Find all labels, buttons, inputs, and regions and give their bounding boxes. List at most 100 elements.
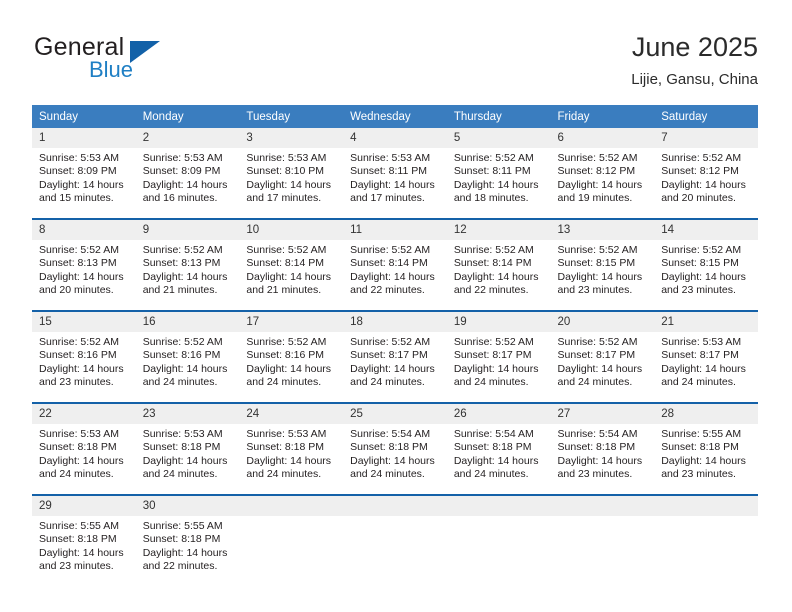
day-number: 27 xyxy=(550,404,655,424)
day-number: 4 xyxy=(343,128,447,148)
day-cell[interactable]: 22 Sunrise: 5:53 AM Sunset: 8:18 PM Dayl… xyxy=(32,404,136,494)
sunset-text: Sunset: 8:15 PM xyxy=(557,257,636,270)
day-cell[interactable]: 20 Sunrise: 5:52 AM Sunset: 8:17 PM Dayl… xyxy=(550,312,655,402)
daylight-text-line2: and 24 minutes. xyxy=(661,375,736,388)
daylight-text-line2: and 23 minutes. xyxy=(557,283,633,296)
daylight-text-line1: Daylight: 14 hours xyxy=(557,270,643,283)
daylight-text-line1: Daylight: 14 hours xyxy=(142,362,228,375)
sunset-text: Sunset: 8:18 PM xyxy=(246,441,325,454)
day-cell[interactable]: 24 Sunrise: 5:53 AM Sunset: 8:18 PM Dayl… xyxy=(239,404,344,494)
calendar-grid: Sunday Monday Tuesday Wednesday Thursday… xyxy=(32,105,758,586)
day-cell[interactable]: 10 Sunrise: 5:52 AM Sunset: 8:14 PM Dayl… xyxy=(239,220,344,310)
daylight-text-line2: and 23 minutes. xyxy=(661,467,736,480)
day-details: Sunrise: 5:53 AM Sunset: 8:18 PM Dayligh… xyxy=(136,424,240,481)
sunset-text: Sunset: 8:16 PM xyxy=(39,349,117,362)
day-cell[interactable]: 2 Sunrise: 5:53 AM Sunset: 8:09 PM Dayli… xyxy=(135,128,240,218)
day-cell[interactable]: 13 Sunrise: 5:52 AM Sunset: 8:15 PM Dayl… xyxy=(550,220,655,310)
day-cell[interactable]: 7 Sunrise: 5:52 AM Sunset: 8:12 PM Dayli… xyxy=(654,128,758,218)
daylight-text-line1: Daylight: 14 hours xyxy=(453,270,539,283)
daylight-text-line2: and 24 minutes. xyxy=(557,375,633,388)
day-details: Sunrise: 5:52 AM Sunset: 8:11 PM Dayligh… xyxy=(447,148,551,205)
day-cell[interactable]: 26 Sunrise: 5:54 AM Sunset: 8:18 PM Dayl… xyxy=(446,404,551,494)
day-details: Sunrise: 5:52 AM Sunset: 8:17 PM Dayligh… xyxy=(447,332,551,389)
day-cell[interactable]: 8 Sunrise: 5:52 AM Sunset: 8:13 PM Dayli… xyxy=(32,220,136,310)
sunset-text: Sunset: 8:09 PM xyxy=(142,165,221,178)
daylight-text-line1: Daylight: 14 hours xyxy=(142,546,228,559)
daylight-text-line1: Daylight: 14 hours xyxy=(246,178,332,191)
day-cell[interactable]: 12 Sunrise: 5:52 AM Sunset: 8:14 PM Dayl… xyxy=(446,220,551,310)
sunset-text: Sunset: 8:17 PM xyxy=(453,349,532,362)
sunset-text: Sunset: 8:18 PM xyxy=(39,533,117,546)
daylight-text-line2: and 24 minutes. xyxy=(142,375,218,388)
day-number: 5 xyxy=(446,128,551,148)
sunset-text: Sunset: 8:15 PM xyxy=(661,257,739,270)
day-details: Sunrise: 5:54 AM Sunset: 8:18 PM Dayligh… xyxy=(551,424,655,481)
day-cell[interactable]: 23 Sunrise: 5:53 AM Sunset: 8:18 PM Dayl… xyxy=(135,404,240,494)
day-cell[interactable]: 28 Sunrise: 5:55 AM Sunset: 8:18 PM Dayl… xyxy=(654,404,758,494)
day-cell[interactable]: 27 Sunrise: 5:54 AM Sunset: 8:18 PM Dayl… xyxy=(550,404,655,494)
sunset-text: Sunset: 8:14 PM xyxy=(453,257,532,270)
sunrise-text: Sunrise: 5:52 AM xyxy=(453,244,534,256)
daylight-text-line2: and 19 minutes. xyxy=(557,191,633,204)
day-cell[interactable]: 29 Sunrise: 5:55 AM Sunset: 8:18 PM Dayl… xyxy=(32,496,136,586)
daylight-text-line1: Daylight: 14 hours xyxy=(142,454,228,467)
sunrise-text: Sunrise: 5:52 AM xyxy=(350,336,431,348)
daylight-text-line2: and 24 minutes. xyxy=(350,467,425,480)
sunrise-text: Sunrise: 5:55 AM xyxy=(142,520,223,532)
day-details: Sunrise: 5:53 AM Sunset: 8:10 PM Dayligh… xyxy=(239,148,343,205)
day-details: Sunrise: 5:53 AM Sunset: 8:17 PM Dayligh… xyxy=(654,332,758,389)
brand-name-blue: Blue xyxy=(89,57,134,82)
day-number: 20 xyxy=(550,312,655,332)
day-cell[interactable]: 14 Sunrise: 5:52 AM Sunset: 8:15 PM Dayl… xyxy=(654,220,758,310)
day-cell[interactable]: 16 Sunrise: 5:52 AM Sunset: 8:16 PM Dayl… xyxy=(135,312,240,402)
brand-logo[interactable]: General Blue xyxy=(34,33,234,93)
day-number: 6 xyxy=(550,128,655,148)
day-number xyxy=(446,496,551,516)
daylight-text-line1: Daylight: 14 hours xyxy=(39,178,124,191)
day-cell[interactable]: 5 Sunrise: 5:52 AM Sunset: 8:11 PM Dayli… xyxy=(446,128,551,218)
day-cell[interactable]: 25 Sunrise: 5:54 AM Sunset: 8:18 PM Dayl… xyxy=(343,404,447,494)
daylight-text-line2: and 17 minutes. xyxy=(350,191,425,204)
day-details: Sunrise: 5:54 AM Sunset: 8:18 PM Dayligh… xyxy=(447,424,551,481)
day-cell-empty xyxy=(239,496,344,586)
daylight-text-line1: Daylight: 14 hours xyxy=(350,362,435,375)
day-cell[interactable]: 21 Sunrise: 5:53 AM Sunset: 8:17 PM Dayl… xyxy=(654,312,758,402)
daylight-text-line2: and 24 minutes. xyxy=(453,467,529,480)
sunset-text: Sunset: 8:14 PM xyxy=(246,257,325,270)
calendar-header-row: Sunday Monday Tuesday Wednesday Thursday… xyxy=(32,105,758,128)
day-cell[interactable]: 19 Sunrise: 5:52 AM Sunset: 8:17 PM Dayl… xyxy=(446,312,551,402)
day-number: 22 xyxy=(32,404,136,424)
page-header: General Blue June 2025 Lijie, Gansu, Chi… xyxy=(0,0,792,100)
sunrise-text: Sunrise: 5:52 AM xyxy=(557,244,638,256)
day-cell[interactable]: 1 Sunrise: 5:53 AM Sunset: 8:09 PM Dayli… xyxy=(32,128,136,218)
daylight-text-line1: Daylight: 14 hours xyxy=(453,362,539,375)
sunset-text: Sunset: 8:18 PM xyxy=(557,441,636,454)
day-cell[interactable]: 3 Sunrise: 5:53 AM Sunset: 8:10 PM Dayli… xyxy=(239,128,344,218)
day-number: 15 xyxy=(32,312,136,332)
day-number: 25 xyxy=(343,404,447,424)
daylight-text-line2: and 16 minutes. xyxy=(142,191,218,204)
day-cell[interactable]: 18 Sunrise: 5:52 AM Sunset: 8:17 PM Dayl… xyxy=(343,312,447,402)
day-cell[interactable]: 15 Sunrise: 5:52 AM Sunset: 8:16 PM Dayl… xyxy=(32,312,136,402)
day-cell[interactable]: 4 Sunrise: 5:53 AM Sunset: 8:11 PM Dayli… xyxy=(343,128,447,218)
daylight-text-line2: and 20 minutes. xyxy=(39,283,114,296)
weekday-header-row: Sunday Monday Tuesday Wednesday Thursday… xyxy=(32,105,758,128)
day-cell[interactable]: 6 Sunrise: 5:52 AM Sunset: 8:12 PM Dayli… xyxy=(550,128,655,218)
day-cell-empty xyxy=(654,496,758,586)
day-cell[interactable]: 9 Sunrise: 5:52 AM Sunset: 8:13 PM Dayli… xyxy=(135,220,240,310)
weekday-header-monday: Monday xyxy=(135,105,240,128)
sunrise-text: Sunrise: 5:53 AM xyxy=(39,152,119,164)
daylight-text-line1: Daylight: 14 hours xyxy=(661,454,746,467)
daylight-text-line2: and 23 minutes. xyxy=(39,559,114,572)
day-cell[interactable]: 30 Sunrise: 5:55 AM Sunset: 8:18 PM Dayl… xyxy=(135,496,240,586)
sunset-text: Sunset: 8:14 PM xyxy=(350,257,428,270)
day-cell[interactable]: 11 Sunrise: 5:52 AM Sunset: 8:14 PM Dayl… xyxy=(343,220,447,310)
daylight-text-line1: Daylight: 14 hours xyxy=(350,454,435,467)
day-details: Sunrise: 5:52 AM Sunset: 8:14 PM Dayligh… xyxy=(239,240,343,297)
day-number: 2 xyxy=(135,128,240,148)
day-cell[interactable]: 17 Sunrise: 5:52 AM Sunset: 8:16 PM Dayl… xyxy=(239,312,344,402)
day-number: 21 xyxy=(654,312,758,332)
daylight-text-line2: and 23 minutes. xyxy=(39,375,114,388)
daylight-text-line1: Daylight: 14 hours xyxy=(350,178,435,191)
day-number: 1 xyxy=(32,128,136,148)
